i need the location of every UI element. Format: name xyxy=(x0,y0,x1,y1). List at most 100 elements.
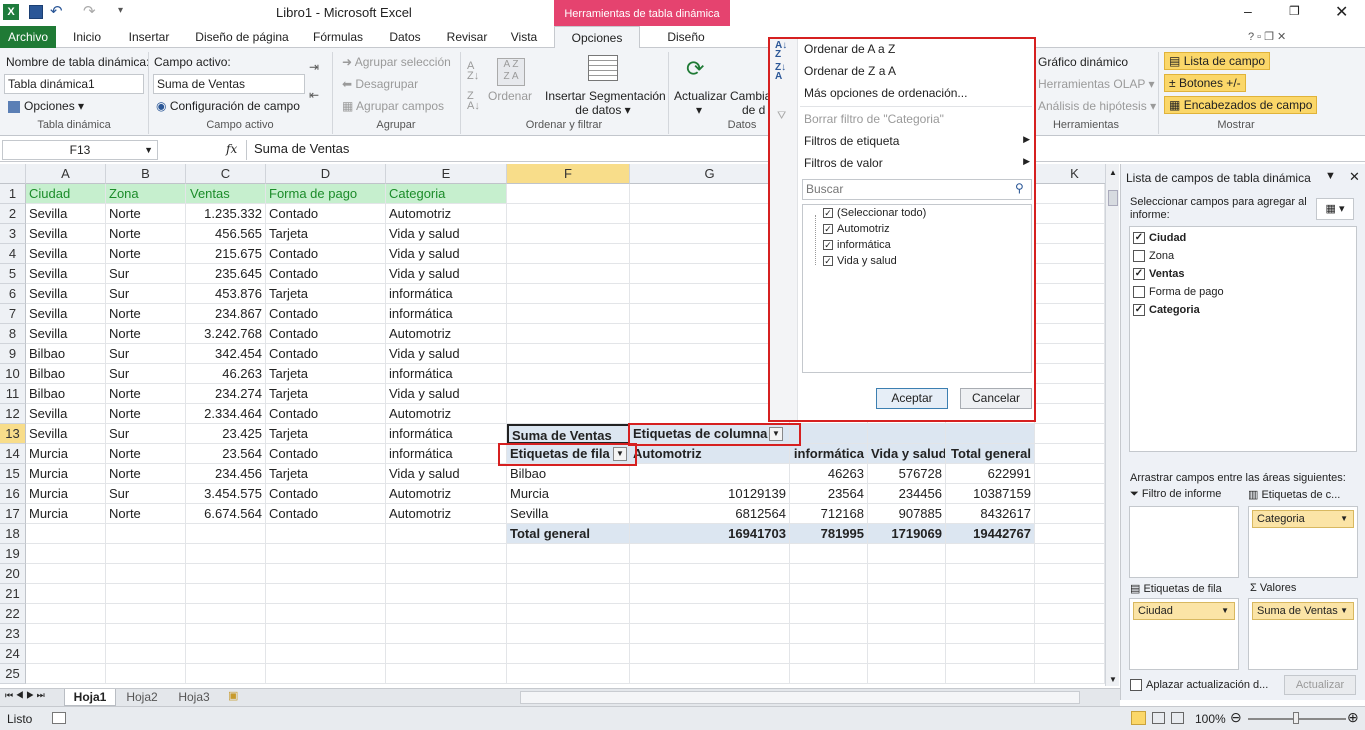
filter-checkbox[interactable]: ✓ xyxy=(823,256,833,267)
table-header-cell[interactable]: Zona xyxy=(106,184,186,204)
empty-cell[interactable] xyxy=(1035,364,1105,384)
whatif-button[interactable]: Análisis de hipótesis ▾ xyxy=(1038,99,1156,113)
pivot-total-cell[interactable]: 781995 xyxy=(790,524,868,544)
empty-cell[interactable] xyxy=(1035,244,1105,264)
table-cell[interactable]: Sur xyxy=(106,364,186,384)
empty-cell[interactable] xyxy=(868,584,946,604)
empty-cell[interactable] xyxy=(630,304,790,324)
buttons-toggle-button[interactable]: ± Botones +/- xyxy=(1164,74,1246,92)
table-cell[interactable]: Tarjeta xyxy=(266,224,386,244)
empty-cell[interactable] xyxy=(1035,664,1105,684)
empty-cell[interactable] xyxy=(106,524,186,544)
table-cell[interactable]: Sur xyxy=(106,484,186,504)
table-cell[interactable]: Norte xyxy=(106,464,186,484)
empty-cell[interactable] xyxy=(868,544,946,564)
row-header[interactable]: 17 xyxy=(0,504,26,524)
scroll-down-icon[interactable]: ▼ xyxy=(1109,675,1117,684)
row-header[interactable]: 19 xyxy=(0,544,26,564)
row-header[interactable]: 16 xyxy=(0,484,26,504)
empty-cell[interactable] xyxy=(507,344,630,364)
zoom-out-icon[interactable]: ⊖ xyxy=(1230,709,1242,726)
table-cell[interactable]: Sevilla xyxy=(26,324,106,344)
empty-cell[interactable] xyxy=(1035,344,1105,364)
pivot-cell[interactable] xyxy=(790,424,868,444)
empty-cell[interactable] xyxy=(186,664,266,684)
empty-cell[interactable] xyxy=(26,624,106,644)
table-cell[interactable]: Contado xyxy=(266,244,386,264)
row-header[interactable]: 11 xyxy=(0,384,26,404)
empty-cell[interactable] xyxy=(630,284,790,304)
field-settings-button[interactable]: ◉ Configuración de campo xyxy=(156,99,300,113)
empty-cell[interactable] xyxy=(790,664,868,684)
table-cell[interactable]: 453.876 xyxy=(186,284,266,304)
empty-cell[interactable] xyxy=(1035,624,1105,644)
row-header[interactable]: 22 xyxy=(0,604,26,624)
table-cell[interactable]: Norte xyxy=(106,384,186,404)
empty-cell[interactable] xyxy=(1035,404,1105,424)
insert-slicer-button[interactable]: Insertar Segmentación de datos ▾ xyxy=(545,89,666,117)
empty-cell[interactable] xyxy=(1035,384,1105,404)
table-cell[interactable]: Contado xyxy=(266,204,386,224)
empty-cell[interactable] xyxy=(790,624,868,644)
close-icon[interactable]: ✕ xyxy=(1335,2,1348,22)
row-header[interactable]: 21 xyxy=(0,584,26,604)
empty-cell[interactable] xyxy=(1035,644,1105,664)
field-item[interactable]: Zona xyxy=(1133,250,1174,263)
defer-update-checkbox[interactable]: Aplazar actualización d... xyxy=(1130,679,1268,692)
table-cell[interactable]: Tarjeta xyxy=(266,384,386,404)
column-header-b[interactable]: B xyxy=(106,164,186,184)
row-header[interactable]: 14 xyxy=(0,444,26,464)
empty-cell[interactable] xyxy=(507,244,630,264)
empty-cell[interactable] xyxy=(186,544,266,564)
pivot-column-header[interactable]: Automotriz xyxy=(630,444,790,464)
pivot-value-cell[interactable]: 576728 xyxy=(868,464,946,484)
table-cell[interactable]: Automotriz xyxy=(386,484,507,504)
empty-cell[interactable] xyxy=(507,304,630,324)
table-header-cell[interactable]: Categoria xyxy=(386,184,507,204)
column-header-a[interactable]: A xyxy=(26,164,106,184)
table-cell[interactable]: Vida y salud xyxy=(386,384,507,404)
table-cell[interactable]: informática xyxy=(386,364,507,384)
table-cell[interactable]: Tarjeta xyxy=(266,364,386,384)
empty-cell[interactable] xyxy=(1035,584,1105,604)
table-cell[interactable]: 234.456 xyxy=(186,464,266,484)
table-cell[interactable]: Vida y salud xyxy=(386,244,507,264)
empty-cell[interactable] xyxy=(266,624,386,644)
filter-search-input[interactable]: Buscar xyxy=(802,179,1032,200)
empty-cell[interactable] xyxy=(386,624,507,644)
row-header[interactable]: 20 xyxy=(0,564,26,584)
pivot-value-cell[interactable]: 907885 xyxy=(868,504,946,524)
empty-cell[interactable] xyxy=(1035,184,1105,204)
table-cell[interactable]: Sevilla xyxy=(26,204,106,224)
pivot-value-cell[interactable]: 23564 xyxy=(790,484,868,504)
empty-cell[interactable] xyxy=(106,604,186,624)
table-cell[interactable]: Sevilla xyxy=(26,264,106,284)
field-checkbox[interactable] xyxy=(1133,286,1145,299)
row-header[interactable]: 7 xyxy=(0,304,26,324)
table-cell[interactable]: Sur xyxy=(106,264,186,284)
table-cell[interactable]: Tarjeta xyxy=(266,464,386,484)
sheet-tab-hoja1[interactable]: Hoja1 xyxy=(64,689,116,706)
row-header[interactable]: 8 xyxy=(0,324,26,344)
table-cell[interactable]: Sevilla xyxy=(26,404,106,424)
empty-cell[interactable] xyxy=(266,524,386,544)
field-list-button[interactable]: ▤ Lista de campo xyxy=(1164,52,1271,70)
empty-cell[interactable] xyxy=(507,404,630,424)
column-field-chip[interactable]: Categoria ▼ xyxy=(1252,510,1354,528)
field-checkbox[interactable]: ✓ xyxy=(1133,304,1145,317)
sheet-tab-hoja2[interactable]: Hoja2 xyxy=(120,690,164,704)
tab-review[interactable]: Revisar xyxy=(440,26,494,48)
table-cell[interactable]: Sevilla xyxy=(26,424,106,444)
pivot-row-label[interactable]: Murcia xyxy=(507,484,630,504)
empty-cell[interactable] xyxy=(386,644,507,664)
row-header[interactable]: 1 xyxy=(0,184,26,204)
table-cell[interactable]: 6.674.564 xyxy=(186,504,266,524)
empty-cell[interactable] xyxy=(946,644,1035,664)
pivot-value-cell[interactable]: 10129139 xyxy=(630,484,790,504)
scroll-up-icon[interactable]: ▲ xyxy=(1109,168,1117,177)
customize-toolbar-icon[interactable]: ▾ xyxy=(118,5,123,16)
sort-button[interactable]: Ordenar xyxy=(488,89,532,103)
row-header[interactable]: 10 xyxy=(0,364,26,384)
empty-cell[interactable] xyxy=(507,284,630,304)
empty-cell[interactable] xyxy=(386,664,507,684)
